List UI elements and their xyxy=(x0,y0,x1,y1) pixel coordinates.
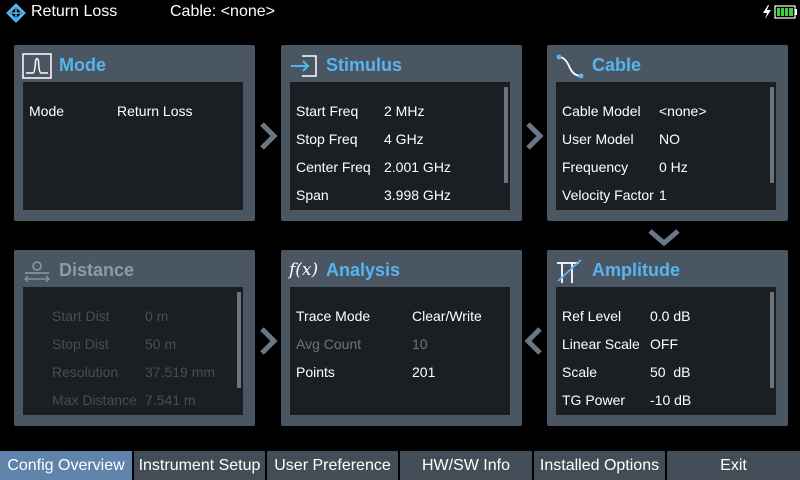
row-label: Center Freq xyxy=(296,159,371,175)
amplitude-panel[interactable]: Amplitude Ref Level 0.0 dB Linear Scale … xyxy=(547,250,788,426)
stimulus-panel-body: Start Freq 2 MHz Stop Freq 4 GHz Center … xyxy=(290,82,510,210)
analysis-panel-body: Trace Mode Clear/Write Avg Count 10 Poin… xyxy=(290,287,510,415)
amplitude-panel-header: Amplitude xyxy=(555,250,782,290)
cable-panel-title: Cable xyxy=(592,55,642,75)
row-label: User Model xyxy=(562,131,634,147)
row-value: <none> xyxy=(659,103,707,119)
row-value: 2.001 GHz xyxy=(384,159,451,175)
row-label: Trace Mode xyxy=(296,308,371,324)
flow-arrow-down-icon xyxy=(647,228,681,246)
status-bar: Return Loss Cable: <none> xyxy=(0,0,800,25)
row-value: -10 dB xyxy=(650,392,692,408)
softkey-bar: Config Overview Instrument Setup User Pr… xyxy=(0,451,800,480)
row-label: Avg Count xyxy=(296,336,362,352)
row-value: 0 Hz xyxy=(659,159,688,175)
scrollbar[interactable] xyxy=(770,87,774,183)
row-label: Linear Scale xyxy=(562,336,640,352)
row-label: Mode xyxy=(29,103,65,119)
row-label: Frequency xyxy=(562,159,629,175)
row-value: 3.998 GHz xyxy=(384,187,451,203)
function-fx-icon: f(x) xyxy=(289,260,319,280)
cable-curve-icon xyxy=(556,54,584,79)
mode-panel[interactable]: Mode Mode Return Loss xyxy=(14,45,255,221)
scrollbar xyxy=(237,292,241,388)
cable-panel-header: Cable xyxy=(555,45,782,85)
softkey-user-preference[interactable]: User Preference xyxy=(267,451,398,480)
row-value: 0.0 dB xyxy=(650,308,691,324)
cable-panel[interactable]: Cable Cable Model <none> User Model NO F… xyxy=(547,45,788,221)
stimulus-panel-header: Stimulus xyxy=(289,45,516,85)
flow-arrow-left-icon xyxy=(524,326,544,356)
row-label: Stop Freq xyxy=(296,131,358,147)
scrollbar[interactable] xyxy=(504,87,508,183)
distance-panel: Distance Start Dist 0 m Stop Dist 50 m R… xyxy=(14,250,255,426)
row-value: Return Loss xyxy=(117,103,193,119)
distance-panel-body: Start Dist 0 m Stop Dist 50 m Resolution… xyxy=(23,287,243,415)
row-label: Start Dist xyxy=(52,308,110,324)
analysis-panel[interactable]: f(x) Analysis Trace Mode Clear/Write Avg… xyxy=(281,250,522,426)
row-label: Span xyxy=(296,187,329,203)
softkey-instrument-setup[interactable]: Instrument Setup xyxy=(134,451,265,480)
flow-arrow-right-icon xyxy=(258,326,278,356)
stimulus-panel-title: Stimulus xyxy=(326,55,403,75)
cable-status-label: Cable: <none> xyxy=(170,3,275,20)
row-label: Velocity Factor xyxy=(562,187,654,203)
row-label: TG Power xyxy=(562,392,626,408)
flow-arrow-right-icon xyxy=(524,121,544,151)
softkey-config-overview[interactable]: Config Overview xyxy=(0,451,132,480)
row-value: 4 GHz xyxy=(384,131,424,147)
row-label: Points xyxy=(296,364,335,380)
row-value: 37.519 mm xyxy=(145,364,216,380)
row-label: Ref Level xyxy=(562,308,622,324)
mode-panel-body: Mode Return Loss xyxy=(23,82,243,210)
distance-icon xyxy=(24,261,50,283)
scrollbar[interactable] xyxy=(770,292,774,388)
row-value: OFF xyxy=(650,336,678,352)
amplitude-panel-title: Amplitude xyxy=(592,260,680,280)
row-label: Cable Model xyxy=(562,103,641,119)
app-title: Return Loss xyxy=(31,3,118,20)
stimulus-arrow-icon xyxy=(291,55,317,77)
softkey-installed-options[interactable]: Installed Options xyxy=(534,451,665,480)
mode-panel-title: Mode xyxy=(59,55,106,75)
mode-panel-header: Mode xyxy=(22,45,249,85)
flow-arrow-right-icon xyxy=(258,121,278,151)
row-label: Scale xyxy=(562,364,598,380)
softkey-exit[interactable]: Exit xyxy=(667,451,800,480)
row-value: 0 m xyxy=(145,308,169,324)
stimulus-panel[interactable]: Stimulus Start Freq 2 MHz Stop Freq 4 GH… xyxy=(281,45,522,221)
row-label: Resolution xyxy=(52,364,119,380)
row-label: Stop Dist xyxy=(52,336,109,352)
row-value: 2 MHz xyxy=(384,103,425,119)
battery-charging-icon xyxy=(763,5,797,19)
distance-panel-header: Distance xyxy=(22,250,249,290)
row-value: 50 dB xyxy=(650,364,691,380)
cable-panel-body: Cable Model <none> User Model NO Frequen… xyxy=(556,82,776,210)
analysis-panel-header: f(x) Analysis xyxy=(289,250,516,290)
row-value: NO xyxy=(659,131,680,147)
distance-panel-title: Distance xyxy=(59,260,135,280)
rs-diamond-logo-icon xyxy=(6,3,26,23)
row-label: Start Freq xyxy=(296,103,359,119)
row-value: 1 xyxy=(659,187,667,203)
amplitude-icon xyxy=(557,259,582,283)
row-value: 10 xyxy=(412,336,428,352)
row-label: Max Distance xyxy=(52,392,137,408)
row-value: 201 xyxy=(412,364,436,380)
analysis-panel-title: Analysis xyxy=(326,260,401,280)
softkey-hw-sw-info[interactable]: HW/SW Info xyxy=(400,451,532,480)
row-value: Clear/Write xyxy=(412,308,482,324)
amplitude-panel-body: Ref Level 0.0 dB Linear Scale OFF Scale … xyxy=(556,287,776,415)
row-value: 50 m xyxy=(145,336,177,352)
pulse-icon xyxy=(22,53,52,79)
row-value: 7.541 m xyxy=(145,392,196,408)
